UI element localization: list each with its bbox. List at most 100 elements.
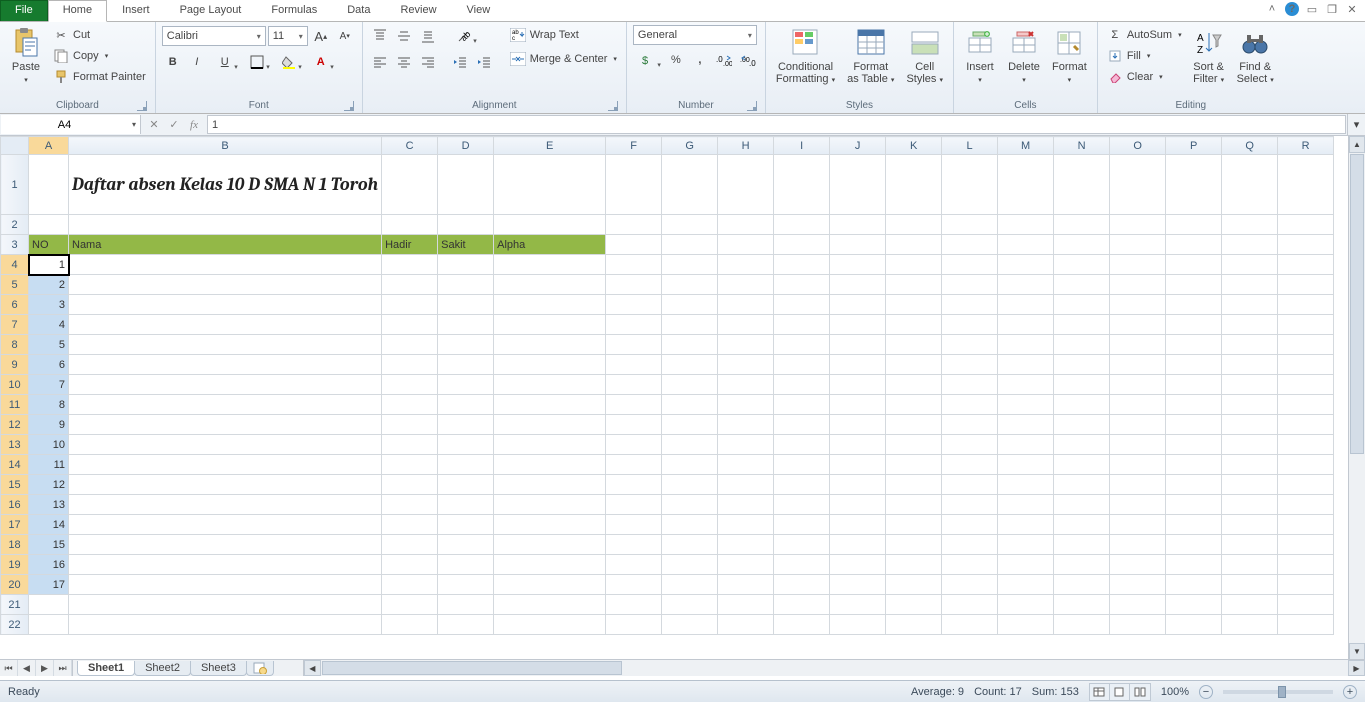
formula-input[interactable]: 1 [207, 115, 1346, 134]
cell[interactable] [1222, 415, 1278, 435]
page-layout-view-button[interactable] [1110, 684, 1130, 700]
cell[interactable] [438, 435, 494, 455]
cell[interactable] [774, 295, 830, 315]
cell[interactable] [382, 295, 438, 315]
hscroll-thumb[interactable] [322, 661, 622, 675]
cell[interactable] [942, 415, 998, 435]
cell[interactable]: Sakit [438, 235, 494, 255]
fill-color-button[interactable] [274, 51, 304, 73]
cell[interactable] [718, 515, 774, 535]
format-cells-button[interactable]: Format▾ [1048, 25, 1091, 87]
cell[interactable] [662, 515, 718, 535]
cell[interactable] [1222, 495, 1278, 515]
font-launcher[interactable] [344, 101, 354, 111]
cell[interactable] [830, 575, 886, 595]
cell[interactable] [998, 335, 1054, 355]
cell[interactable] [942, 515, 998, 535]
cell[interactable] [494, 415, 606, 435]
cell[interactable] [774, 255, 830, 275]
name-box-input[interactable] [1, 119, 128, 131]
cell[interactable] [942, 335, 998, 355]
cell[interactable] [998, 235, 1054, 255]
cell[interactable] [382, 535, 438, 555]
number-launcher[interactable] [747, 101, 757, 111]
format-painter-button[interactable]: Format Painter [50, 67, 149, 87]
cell[interactable] [998, 355, 1054, 375]
cell[interactable] [718, 475, 774, 495]
fx-icon[interactable]: fx [186, 119, 202, 131]
cell[interactable]: 13 [29, 495, 69, 515]
cell[interactable] [942, 275, 998, 295]
cell[interactable] [1166, 335, 1222, 355]
cell[interactable] [830, 335, 886, 355]
cell[interactable] [606, 495, 662, 515]
cell[interactable] [1278, 415, 1334, 435]
cell[interactable] [1054, 435, 1110, 455]
grow-font-button[interactable]: A▴ [310, 25, 332, 47]
cell[interactable] [494, 275, 606, 295]
cell[interactable] [606, 235, 662, 255]
cell[interactable] [942, 395, 998, 415]
cell[interactable] [718, 535, 774, 555]
cell[interactable] [774, 435, 830, 455]
cell[interactable] [438, 415, 494, 435]
cell[interactable] [998, 435, 1054, 455]
cell[interactable] [382, 595, 438, 615]
cell[interactable] [1166, 375, 1222, 395]
cell[interactable] [1166, 235, 1222, 255]
cell[interactable] [718, 255, 774, 275]
tab-page-layout[interactable]: Page Layout [165, 0, 257, 21]
cell[interactable] [29, 615, 69, 635]
tab-formulas[interactable]: Formulas [256, 0, 332, 21]
cell[interactable] [662, 355, 718, 375]
cell[interactable] [494, 455, 606, 475]
tab-insert[interactable]: Insert [107, 0, 165, 21]
zoom-slider-knob[interactable] [1278, 686, 1286, 698]
cell[interactable] [1054, 575, 1110, 595]
cell[interactable] [830, 455, 886, 475]
cell[interactable] [1222, 575, 1278, 595]
tab-file[interactable]: File [0, 0, 48, 21]
cell[interactable] [830, 495, 886, 515]
cell[interactable] [69, 475, 382, 495]
cell[interactable] [942, 235, 998, 255]
column-header[interactable]: I [774, 137, 830, 155]
cell[interactable] [494, 475, 606, 495]
cell[interactable] [718, 315, 774, 335]
cell[interactable] [718, 215, 774, 235]
cell[interactable] [830, 515, 886, 535]
cell[interactable] [998, 255, 1054, 275]
zoom-level[interactable]: 100% [1161, 686, 1189, 698]
cell[interactable] [438, 215, 494, 235]
align-right-button[interactable] [417, 51, 439, 73]
row-header[interactable]: 9 [1, 355, 29, 375]
cell[interactable] [718, 495, 774, 515]
cell[interactable] [886, 235, 942, 255]
sheet-first-button[interactable]: ⏮ [0, 660, 18, 676]
cell[interactable] [382, 155, 438, 215]
merge-center-button[interactable]: Merge & Center▾ [507, 49, 620, 69]
cell[interactable] [662, 555, 718, 575]
row-header[interactable]: 5 [1, 275, 29, 295]
cell[interactable] [662, 435, 718, 455]
cell[interactable]: 5 [29, 335, 69, 355]
fill-button[interactable]: Fill▾ [1104, 46, 1185, 66]
cell[interactable] [830, 535, 886, 555]
sheet-last-button[interactable]: ⏭ [54, 660, 72, 676]
cell[interactable] [830, 215, 886, 235]
cell[interactable] [1166, 575, 1222, 595]
new-sheet-button[interactable] [246, 661, 274, 676]
cell[interactable] [1110, 615, 1166, 635]
cell[interactable] [1054, 515, 1110, 535]
cell[interactable] [774, 475, 830, 495]
font-size-combo[interactable]: 11▾ [268, 26, 308, 46]
zoom-out-button[interactable]: − [1199, 685, 1213, 699]
cell[interactable] [662, 275, 718, 295]
cell[interactable] [998, 155, 1054, 215]
comma-button[interactable]: , [689, 49, 711, 71]
delete-cells-button[interactable]: Delete▾ [1004, 25, 1044, 87]
cell[interactable] [1054, 615, 1110, 635]
cell[interactable] [942, 495, 998, 515]
row-header[interactable]: 21 [1, 595, 29, 615]
cell[interactable] [774, 275, 830, 295]
